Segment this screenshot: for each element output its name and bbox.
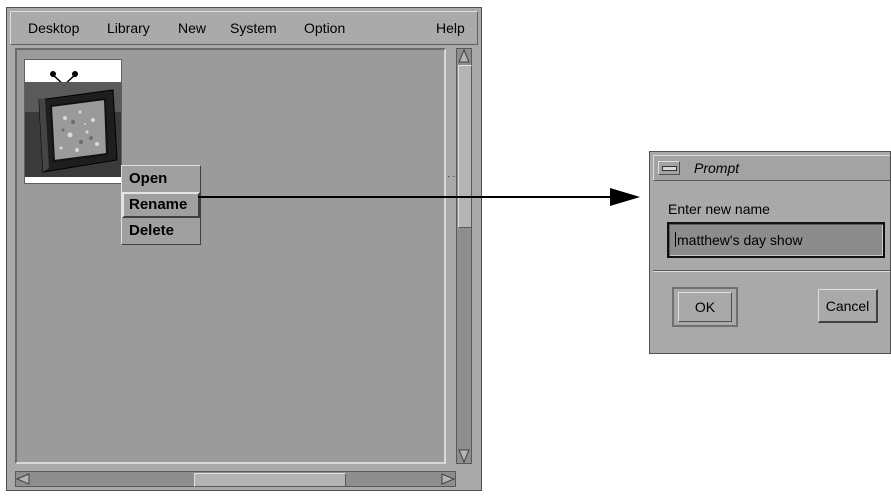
horizontal-scroll-thumb[interactable] bbox=[194, 473, 346, 487]
dialog-separator bbox=[653, 270, 890, 272]
vertical-scroll-thumb[interactable] bbox=[458, 65, 472, 228]
tv-icon[interactable] bbox=[24, 59, 122, 184]
menu-new[interactable]: New bbox=[178, 20, 206, 36]
ok-button[interactable]: OK bbox=[672, 287, 738, 327]
menu-help[interactable]: Help bbox=[436, 20, 465, 36]
menu-system[interactable]: System bbox=[230, 20, 277, 36]
dialog-title: Prompt bbox=[694, 160, 740, 176]
window-menu-icon[interactable] bbox=[658, 161, 680, 175]
prompt-dialog: Prompt Enter new name matthew's day show… bbox=[649, 151, 891, 354]
menu-library[interactable]: Library bbox=[107, 20, 150, 36]
ok-button-label: OK bbox=[694, 299, 716, 315]
new-name-input[interactable]: matthew's day show bbox=[667, 222, 885, 258]
scroll-left-arrow-icon[interactable] bbox=[16, 472, 30, 486]
scroll-right-arrow-icon[interactable] bbox=[441, 472, 455, 486]
cancel-button[interactable]: Cancel bbox=[818, 289, 878, 323]
text-cursor bbox=[675, 232, 676, 247]
menu-bar: Desktop Library New System Option Help bbox=[10, 11, 478, 45]
cancel-button-label: Cancel bbox=[825, 297, 870, 314]
menu-desktop[interactable]: Desktop bbox=[28, 20, 79, 36]
ok-button-face: OK bbox=[678, 292, 732, 322]
main-window: Desktop Library New System Option Help O… bbox=[6, 7, 482, 491]
scroll-up-arrow-icon[interactable] bbox=[457, 49, 471, 63]
scroll-down-arrow-icon[interactable] bbox=[457, 449, 471, 463]
context-menu-rename[interactable]: Rename bbox=[122, 192, 200, 218]
horizontal-scrollbar[interactable] bbox=[15, 471, 456, 487]
context-menu-open[interactable]: Open bbox=[122, 166, 200, 192]
dialog-title-bar: Prompt bbox=[653, 155, 890, 181]
stray-dots: ·· bbox=[447, 171, 458, 182]
menu-option[interactable]: Option bbox=[304, 20, 345, 36]
vertical-scrollbar[interactable] bbox=[456, 48, 472, 464]
context-menu: Open Rename Delete bbox=[121, 165, 201, 245]
context-menu-delete[interactable]: Delete bbox=[122, 218, 200, 244]
new-name-value: matthew's day show bbox=[677, 232, 803, 248]
new-name-label: Enter new name bbox=[668, 201, 770, 217]
